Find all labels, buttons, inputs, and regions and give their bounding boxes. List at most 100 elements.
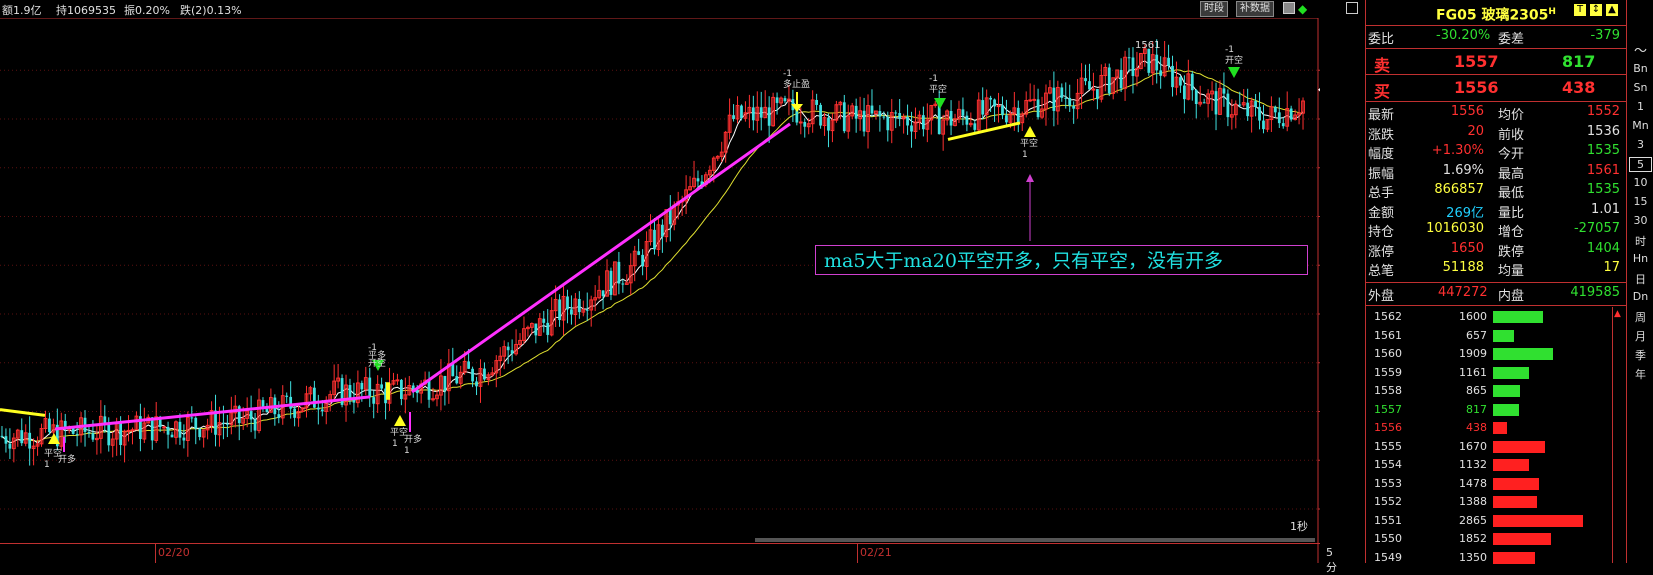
diamond-icon[interactable]: ◆ [1298,2,1307,16]
period-button-周[interactable]: 周 [1627,309,1653,325]
period-button-30[interactable]: 30 [1627,214,1653,227]
quote-row: 幅度 +1.30% 今开 1535 [1366,142,1626,162]
candle-body [8,443,12,449]
period-button-Bn[interactable]: Bn [1627,62,1653,75]
depth-bar [1493,477,1540,490]
collapse-icon[interactable]: ▲ [1606,4,1618,16]
candle-body [1088,81,1091,90]
period-button-1[interactable]: 1 [1627,100,1653,113]
candle-body [1159,70,1163,76]
signal-label: -1 [1225,45,1234,55]
period-button-Dn[interactable]: Dn [1627,290,1653,303]
candle-body [1064,97,1068,99]
chart-grid [0,18,1320,563]
candle-body [783,98,787,102]
depth-volume: 1350 [1459,550,1487,564]
period-button-5[interactable]: 5 [1629,157,1652,172]
depth-volume: 1161 [1459,365,1487,379]
candle-body [993,99,996,107]
candle-body [1036,99,1040,118]
period-button-年[interactable]: 年 [1627,366,1653,382]
t-icon[interactable]: T [1574,4,1586,16]
depth-row: 1557 817 [1366,401,1626,419]
candle-body [981,100,985,115]
candle-body [886,116,890,131]
candle-body [182,437,186,441]
candle-body [870,105,874,114]
line-chart-icon[interactable]: 〜 [1627,40,1653,59]
candle-body [395,379,400,382]
depth-row: 1562 1600 [1366,308,1626,326]
candle-body [166,426,170,435]
depth-volume: 2865 [1459,513,1487,527]
candle-body [348,385,352,399]
candle-body [1096,89,1099,100]
candlestick-chart[interactable]: 平空1开多-1平多开空平空1开多1-1多止盈-1平空平空1-1开空1561 15… [0,18,1320,563]
depth-bar [1493,533,1552,545]
candle-body [28,432,32,449]
candle-body [170,434,174,438]
candle-body [360,382,364,390]
depth-scrollbar[interactable]: ▲ [1612,307,1626,563]
weibi-row: 委比 -30.20% 委差 -379 [1368,28,1620,47]
quote-label: 量比 [1498,205,1525,221]
candle-body [566,296,569,310]
candle-body [740,105,743,119]
candle-body [854,105,858,119]
period-button-月[interactable]: 月 [1627,328,1653,344]
candle-body [48,418,51,433]
period-button-3[interactable]: 3 [1627,138,1653,151]
candle-body [198,428,202,438]
period-button-Hn[interactable]: Hn [1627,252,1653,265]
settings-icon[interactable] [1283,2,1295,14]
signal-label: 开空 [368,357,386,369]
amplitude: 振0.20% [124,4,170,17]
depth-bar [1493,329,1514,342]
depth-row: 1559 1161 [1366,364,1626,382]
candle-body [1032,98,1036,101]
candle-body [989,97,992,100]
candle-body [249,411,253,420]
signal-label: 1 [392,439,398,449]
period-button-时[interactable]: 时 [1627,233,1653,249]
quote-label: 均量 [1498,264,1525,279]
period-button-Mn[interactable]: Mn [1627,119,1653,132]
candle-body [1194,90,1198,105]
signal-down-icon [934,98,946,109]
candle-body [862,110,866,132]
candle-body [617,261,621,284]
candle-body [1254,101,1257,107]
quote-value: 1404 [1586,240,1620,256]
depth-row: 1555 1670 [1366,438,1626,456]
yellow-trend-line [0,408,46,417]
candle-body [1091,88,1096,91]
period-button-10[interactable]: 10 [1627,176,1653,189]
quote-row: 振幅 1.69% 最高 1561 [1366,162,1626,182]
signal-label: 平空 [1020,137,1038,149]
candle-body [961,109,965,116]
link-icon[interactable]: ↕ [1590,4,1602,16]
depth-bar [1493,311,1544,323]
period-button-季[interactable]: 季 [1627,347,1653,363]
period-button-15[interactable]: 15 [1627,195,1653,208]
quote-row: 最新 1556 均价 1552 [1366,103,1626,123]
candle-body [451,363,455,377]
candle-body [483,368,486,380]
quote-value: 1.01 [1591,201,1620,217]
scroll-up-icon[interactable]: ▲ [1614,309,1621,319]
maximize-icon[interactable] [1346,2,1358,14]
candle-body [475,381,478,387]
candle-body [130,429,135,432]
candle-body [894,112,898,114]
candle-body [996,105,1001,108]
depth-volume: 1388 [1459,495,1487,508]
period-button-日[interactable]: 日 [1627,271,1653,287]
period-button[interactable]: 时段 [1200,1,1228,17]
candle-body [1072,105,1076,109]
horizontal-scrollbar[interactable] [755,538,1315,542]
candle-body [1190,73,1194,91]
fill-data-button[interactable]: 补数据 [1236,1,1274,17]
depth-price: 1559 [1374,365,1402,379]
signal-down-icon [1228,67,1240,78]
period-button-Sn[interactable]: Sn [1627,81,1653,94]
